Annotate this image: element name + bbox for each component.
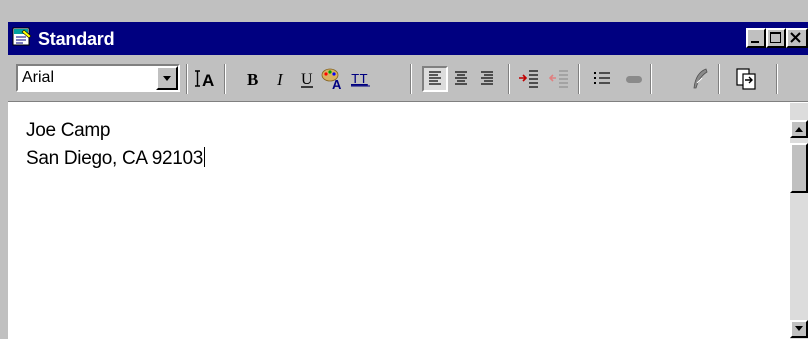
- editor-window: Standard Arial A B I U A TT Joe Camp San…: [0, 0, 808, 339]
- increase-indent-icon: [519, 70, 538, 88]
- chevron-down-icon: [163, 76, 171, 81]
- italic-button[interactable]: I: [268, 66, 294, 92]
- decrease-indent-button[interactable]: [546, 66, 572, 92]
- underline-icon: U: [301, 71, 313, 88]
- toolbar-separator: [186, 64, 188, 94]
- window-title: Standard: [38, 29, 115, 49]
- italic-icon: I: [276, 70, 284, 89]
- decrease-indent-icon: [548, 70, 568, 88]
- font-name-dropdown-button[interactable]: [156, 66, 178, 90]
- arrow-down-icon: [795, 326, 803, 331]
- align-center-icon: [455, 71, 467, 85]
- underline-button[interactable]: U: [294, 66, 320, 92]
- align-right-icon: [481, 71, 493, 85]
- window-left-edge: [0, 22, 8, 339]
- document-line-with-caret: San Diego, CA 92103: [26, 147, 206, 170]
- svg-text:B: B: [247, 70, 258, 89]
- arrow-up-icon: [795, 127, 803, 132]
- font-size-button[interactable]: A: [192, 66, 218, 92]
- insert-icon: [736, 68, 756, 90]
- toolbar-separator: [650, 64, 652, 94]
- text-caret: [204, 147, 206, 167]
- document-line: San Diego, CA 92103: [26, 148, 204, 169]
- document-line: Joe Camp: [26, 120, 111, 141]
- bullet-list-button[interactable]: [590, 66, 616, 92]
- font-name-value: Arial: [22, 69, 55, 86]
- font-color-icon: A: [321, 68, 342, 92]
- spellcheck-button[interactable]: [688, 66, 714, 92]
- svg-text:A: A: [202, 71, 214, 90]
- bullet-list-icon: [594, 72, 610, 84]
- align-right-button[interactable]: [474, 66, 500, 92]
- font-color-button[interactable]: A: [320, 66, 346, 92]
- align-left-icon: [429, 71, 441, 85]
- font-size-icon: A: [195, 70, 214, 90]
- insert-button[interactable]: [734, 66, 760, 92]
- document-editor[interactable]: [8, 103, 790, 339]
- teletype-icon: TT: [351, 72, 370, 88]
- align-left-button[interactable]: [422, 66, 448, 92]
- spellcheck-icon: [693, 68, 708, 89]
- minimize-icon: [751, 41, 759, 43]
- pill-icon: [626, 76, 642, 83]
- toolbar-separator: [410, 64, 412, 94]
- maximize-button[interactable]: [766, 28, 786, 48]
- align-center-button[interactable]: [448, 66, 474, 92]
- bold-icon: B: [247, 70, 258, 89]
- title-bar[interactable]: [8, 22, 808, 55]
- maximize-icon: [770, 32, 781, 43]
- pill-button[interactable]: [620, 66, 646, 92]
- toolbar-separator: [578, 64, 580, 94]
- svg-text:U: U: [301, 71, 313, 88]
- minimize-button[interactable]: [746, 28, 766, 48]
- desktop-edge: [0, 0, 808, 22]
- bold-button[interactable]: B: [240, 66, 266, 92]
- toolbar-separator: [776, 64, 778, 94]
- toolbar-separator: [508, 64, 510, 94]
- close-icon: [790, 32, 801, 43]
- scroll-thumb[interactable]: [790, 143, 808, 193]
- toolbar-separator: [718, 64, 720, 94]
- app-icon: [12, 27, 32, 47]
- teletype-button[interactable]: TT: [348, 66, 374, 92]
- scroll-down-button[interactable]: [790, 320, 808, 338]
- toolbar-separator: [224, 64, 226, 94]
- svg-text:A: A: [332, 77, 342, 92]
- close-button[interactable]: [786, 28, 808, 48]
- increase-indent-button[interactable]: [516, 66, 542, 92]
- scroll-up-button[interactable]: [790, 120, 808, 138]
- svg-text:I: I: [276, 70, 284, 89]
